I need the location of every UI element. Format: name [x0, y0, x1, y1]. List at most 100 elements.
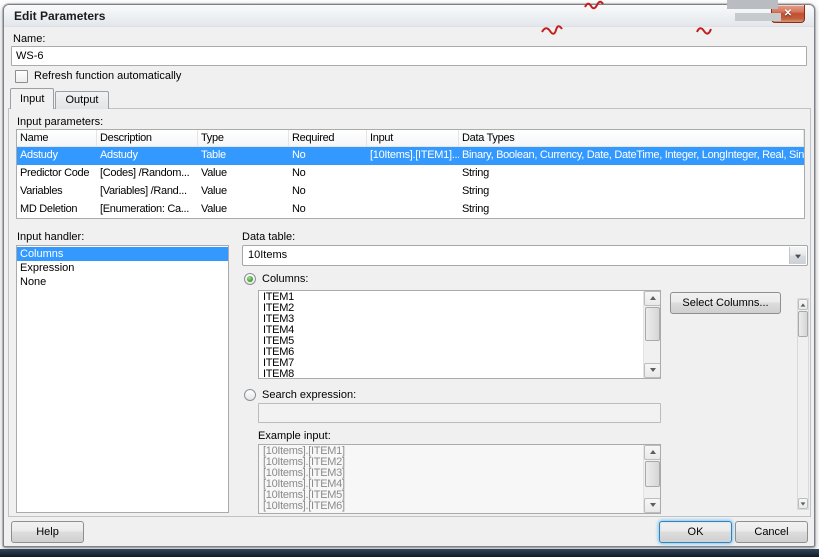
- cell-description: [Codes] /Random...: [97, 165, 198, 183]
- column-header-required[interactable]: Required: [289, 130, 367, 146]
- list-item[interactable]: ITEM6: [260, 347, 642, 358]
- tab-input[interactable]: Input: [10, 88, 54, 109]
- example-list-items: [10Items].[ITEM1] [10Items].[ITEM2] [10I…: [260, 446, 642, 513]
- scroll-down-button[interactable]: [798, 498, 808, 509]
- cell-input: [367, 201, 459, 219]
- column-header-type[interactable]: Type: [198, 130, 289, 146]
- example-input-label: Example input:: [258, 430, 331, 442]
- data-table-combobox[interactable]: 10Items: [242, 245, 808, 266]
- cell-name: Variables: [17, 183, 97, 201]
- scroll-down-icon: [801, 502, 806, 505]
- search-expression-label: Search expression:: [262, 389, 356, 401]
- list-item[interactable]: Expression: [17, 261, 228, 275]
- cell-type: Value: [198, 183, 289, 201]
- refresh-checkbox[interactable]: [15, 70, 28, 83]
- cell-required: No: [289, 147, 367, 165]
- list-item[interactable]: None: [17, 275, 228, 289]
- cell-description: Adstudy: [97, 147, 198, 165]
- list-item[interactable]: ITEM3: [260, 314, 642, 325]
- input-handler-list[interactable]: Columns Expression None: [16, 245, 229, 513]
- list-item[interactable]: ITEM1: [260, 292, 642, 303]
- cell-input: [367, 165, 459, 183]
- scrollbar-thumb[interactable]: [798, 311, 808, 337]
- cell-required: No: [289, 201, 367, 219]
- window-title: Edit Parameters: [14, 9, 105, 23]
- data-table-value: 10Items: [248, 249, 287, 261]
- table-header-row: Name Description Type Required Input Dat…: [17, 130, 804, 147]
- list-item[interactable]: ITEM2: [260, 303, 642, 314]
- scroll-up-icon: [650, 296, 656, 300]
- redacted-block: [727, 0, 778, 9]
- cell-data-types: String: [459, 201, 804, 219]
- cell-name: MD Deletion: [17, 201, 97, 219]
- columns-radio[interactable]: [244, 273, 256, 285]
- column-header-input[interactable]: Input: [367, 130, 459, 146]
- column-header-data-types[interactable]: Data Types: [459, 130, 804, 146]
- column-header-name[interactable]: Name: [17, 130, 97, 146]
- title-bar[interactable]: Edit Parameters ✕: [4, 5, 814, 27]
- scroll-down-button[interactable]: [644, 363, 661, 378]
- cancel-button[interactable]: Cancel: [735, 521, 808, 543]
- input-parameters-table: Name Description Type Required Input Dat…: [16, 129, 805, 219]
- cell-type: Table: [198, 147, 289, 165]
- cell-type: Value: [198, 165, 289, 183]
- search-expression-radio[interactable]: [244, 389, 256, 401]
- cell-input: [10Items].[ITEM1]...: [367, 147, 459, 165]
- refresh-checkbox-label: Refresh function automatically: [34, 70, 181, 82]
- cell-description: [Enumeration: Ca...: [97, 201, 198, 219]
- table-row[interactable]: Predictor Code [Codes] /Random... Value …: [17, 165, 804, 183]
- table-row[interactable]: Variables [Variables] /Rand... Value No …: [17, 183, 804, 201]
- table-row[interactable]: Adstudy Adstudy Table No [10Items].[ITEM…: [17, 147, 804, 165]
- taskbar-edge: [0, 549, 819, 557]
- tab-output[interactable]: Output: [55, 91, 108, 109]
- cell-type: Value: [198, 201, 289, 219]
- scroll-down-button[interactable]: [644, 498, 661, 513]
- cell-name: Adstudy: [17, 147, 97, 165]
- name-input[interactable]: [11, 46, 807, 66]
- scrollbar-thumb[interactable]: [645, 461, 660, 487]
- example-scrollbar[interactable]: [643, 445, 660, 513]
- cell-name: Predictor Code: [17, 165, 97, 183]
- scroll-up-icon: [801, 303, 806, 306]
- scroll-down-icon: [650, 368, 656, 372]
- scroll-down-icon: [650, 503, 656, 507]
- cell-input: [367, 183, 459, 201]
- list-item[interactable]: ITEM4: [260, 325, 642, 336]
- redaction-scribble-icon: [541, 24, 563, 35]
- table-row[interactable]: MD Deletion [Enumeration: Ca... Value No…: [17, 201, 804, 219]
- columns-radio-row[interactable]: Columns:: [244, 273, 308, 285]
- cell-description: [Variables] /Rand...: [97, 183, 198, 201]
- cell-data-types: String: [459, 183, 804, 201]
- cell-required: No: [289, 183, 367, 201]
- select-columns-button[interactable]: Select Columns...: [670, 292, 781, 314]
- input-handler-label: Input handler:: [17, 231, 84, 243]
- edit-parameters-dialog: Edit Parameters ✕ Name: Refresh function…: [3, 4, 815, 547]
- pane-scrollbar[interactable]: [797, 298, 809, 510]
- input-tab-panel: Input parameters: Name Description Type …: [8, 108, 811, 517]
- combobox-dropdown-button[interactable]: [789, 247, 806, 264]
- list-item[interactable]: ITEM7: [260, 358, 642, 369]
- list-item: [10Items].[ITEM6]: [260, 501, 642, 512]
- cell-data-types: String: [459, 165, 804, 183]
- example-input-listbox: [10Items].[ITEM1] [10Items].[ITEM2] [10I…: [258, 444, 661, 514]
- columns-scrollbar[interactable]: [643, 291, 660, 378]
- scroll-up-icon: [650, 450, 656, 454]
- scroll-up-button[interactable]: [644, 291, 661, 306]
- ok-button[interactable]: OK: [659, 521, 732, 543]
- name-label: Name:: [13, 33, 45, 45]
- list-item[interactable]: ITEM5: [260, 336, 642, 347]
- redacted-block: [735, 13, 781, 21]
- close-icon: ✕: [784, 8, 792, 19]
- column-header-description[interactable]: Description: [97, 130, 198, 146]
- search-expression-radio-row[interactable]: Search expression:: [244, 389, 356, 401]
- scroll-up-button[interactable]: [798, 299, 808, 310]
- list-item[interactable]: Columns: [17, 247, 228, 261]
- refresh-checkbox-row[interactable]: Refresh function automatically: [15, 69, 181, 83]
- columns-radio-label: Columns:: [262, 273, 308, 285]
- list-item[interactable]: ITEM8: [260, 369, 642, 378]
- help-button[interactable]: Help: [11, 521, 84, 543]
- columns-listbox[interactable]: ITEM1 ITEM2 ITEM3 ITEM4 ITEM5 ITEM6 ITEM…: [258, 290, 661, 379]
- scrollbar-thumb[interactable]: [645, 307, 660, 341]
- scroll-up-button[interactable]: [644, 445, 661, 460]
- cell-data-types: Binary, Boolean, Currency, Date, DateTim…: [459, 147, 804, 165]
